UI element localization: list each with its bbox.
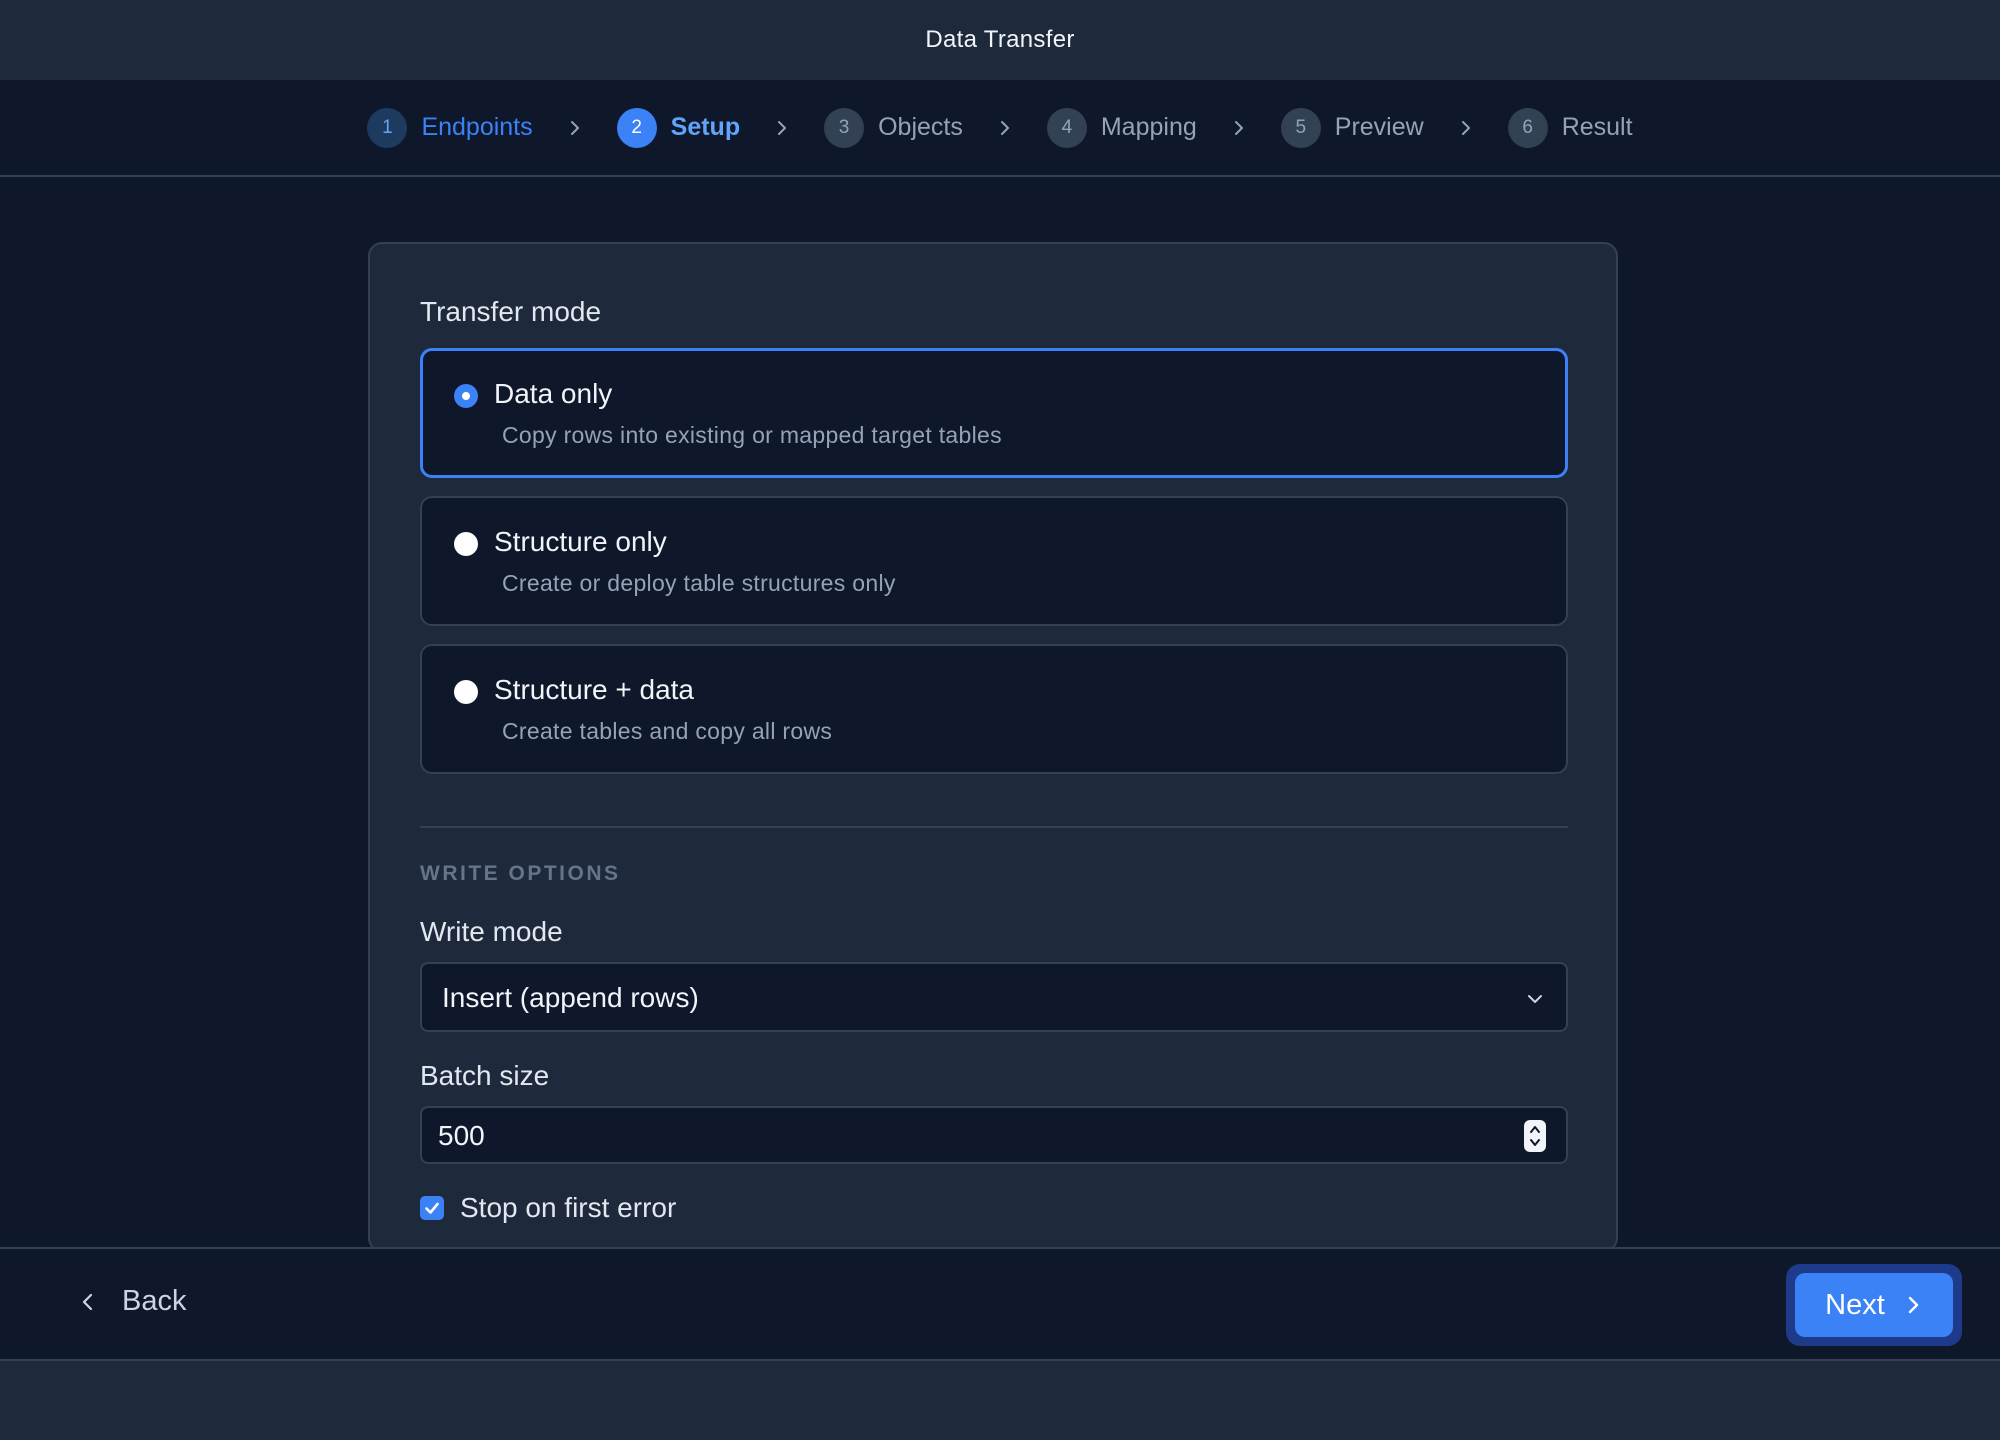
step-number: 2 <box>616 107 657 148</box>
chevron-left-icon <box>82 1293 93 1310</box>
chevron-down-icon <box>1528 995 1542 1003</box>
step-label: Mapping <box>1100 113 1197 141</box>
radio-selected[interactable] <box>454 384 478 408</box>
step-endpoints[interactable]: 1 Endpoints <box>367 107 533 148</box>
step-number: 6 <box>1507 107 1548 148</box>
step-mapping[interactable]: 4 Mapping <box>1046 107 1197 148</box>
step-objects[interactable]: 3 Objects <box>824 107 963 148</box>
batch-size-input[interactable]: 500 <box>420 1106 1568 1164</box>
step-number: 5 <box>1280 107 1321 148</box>
chevron-right-icon <box>1231 120 1247 136</box>
step-label: Setup <box>670 113 741 141</box>
step-number: 3 <box>824 107 865 148</box>
spinner-arrows-icon[interactable] <box>1524 1120 1546 1152</box>
stop-on-error-checkbox[interactable] <box>420 1196 444 1220</box>
main-content: Transfer mode Data only Copy rows into e… <box>0 177 2000 1252</box>
window-titlebar: Data Transfer <box>0 0 2000 80</box>
step-preview[interactable]: 5 Preview <box>1280 107 1424 148</box>
stop-on-error-label: Stop on first error <box>460 1192 677 1223</box>
write-mode-select[interactable]: Insert (append rows) <box>420 962 1568 1032</box>
wizard-stepper: 1 Endpoints 2 Setup 3 Objects 4 Mapping … <box>0 80 2000 177</box>
stop-on-error-row[interactable]: Stop on first error <box>420 1192 676 1224</box>
write-options-heading: WRITE OPTIONS <box>420 862 621 885</box>
step-label: Preview <box>1334 113 1424 141</box>
option-structure-and-data[interactable]: Structure + data Create tables and copy … <box>420 644 1568 774</box>
step-label: Endpoints <box>421 113 533 141</box>
option-title: Structure only <box>494 526 667 557</box>
option-data-only[interactable]: Data only Copy rows into existing or map… <box>420 348 1568 478</box>
back-button[interactable]: Back <box>78 1285 186 1318</box>
transfer-mode-label: Transfer mode <box>420 296 602 327</box>
next-label: Next <box>1825 1288 1885 1321</box>
back-label: Back <box>122 1285 187 1317</box>
option-title: Data only <box>494 378 613 409</box>
option-structure-only[interactable]: Structure only Create or deploy table st… <box>420 496 1568 626</box>
batch-size-value: 500 <box>438 1120 485 1151</box>
option-title: Structure + data <box>494 674 695 705</box>
step-label: Objects <box>878 113 963 141</box>
write-mode-label: Write mode <box>420 916 563 947</box>
step-setup[interactable]: 2 Setup <box>616 107 741 148</box>
wizard-footer: Back Next <box>0 1247 2000 1361</box>
setup-card: Transfer mode Data only Copy rows into e… <box>368 242 1618 1252</box>
radio-unselected[interactable] <box>454 680 478 704</box>
window-title: Data Transfer <box>925 26 1075 53</box>
chevron-right-icon <box>1458 120 1474 136</box>
section-divider <box>420 826 1568 828</box>
chevron-right-icon <box>997 120 1013 136</box>
chevron-right-icon <box>1908 1296 1919 1314</box>
chevron-right-icon <box>567 120 583 136</box>
chevron-right-icon <box>774 120 790 136</box>
step-label: Result <box>1561 113 1633 141</box>
step-number: 1 <box>367 107 408 148</box>
option-description: Create tables and copy all rows <box>502 718 833 744</box>
next-button[interactable]: Next <box>1795 1273 1953 1337</box>
check-icon <box>425 1202 439 1214</box>
radio-unselected[interactable] <box>454 532 478 556</box>
write-mode-value: Insert (append rows) <box>442 982 699 1013</box>
window-bottom-area <box>0 1361 2000 1440</box>
option-description: Create or deploy table structures only <box>502 570 896 596</box>
option-description: Copy rows into existing or mapped target… <box>502 422 1002 448</box>
step-result[interactable]: 6 Result <box>1507 107 1633 148</box>
step-number: 4 <box>1046 107 1087 148</box>
batch-size-label: Batch size <box>420 1060 550 1091</box>
